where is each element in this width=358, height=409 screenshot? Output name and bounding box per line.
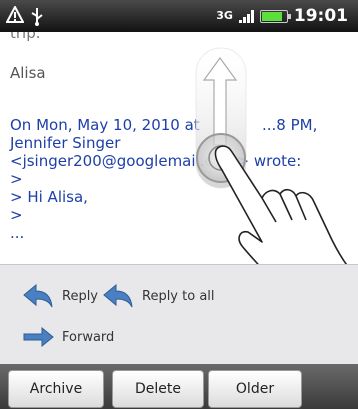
signal-icon: [238, 9, 254, 23]
usb-icon: [30, 6, 44, 30]
bottom-button-bar: Archive Delete Older: [0, 364, 358, 409]
network-type-indicator: 3G: [216, 9, 233, 22]
reply-all-button[interactable]: Reply to all: [102, 283, 215, 309]
quote-line: >: [10, 206, 23, 224]
reply-label: Reply: [62, 288, 99, 304]
reply-arrow-icon: [22, 283, 54, 309]
quote-email[interactable]: <jsinger200@googlemail.com> wrote:: [10, 152, 301, 170]
quote-line: >: [10, 170, 23, 188]
warning-icon: [5, 4, 25, 30]
message-actions-panel: Reply Reply to all Forward: [0, 264, 358, 365]
reply-all-arrow-icon: [102, 283, 134, 309]
quote-header-line: On Mon, May 10, 2010 at: [10, 116, 200, 134]
battery-icon: [259, 9, 291, 23]
delete-button[interactable]: Delete: [112, 370, 204, 408]
quote-line: > Hi Alisa,: [10, 188, 88, 206]
quote-header-time: ...8 PM,: [262, 116, 318, 134]
older-button[interactable]: Older: [208, 370, 302, 408]
quote-author: Jennifer Singer: [10, 134, 121, 152]
quote-ellipsis: ...: [10, 224, 25, 242]
reply-button[interactable]: Reply: [22, 283, 98, 309]
message-sign-off: Alisa: [10, 64, 46, 82]
forward-button[interactable]: Forward: [22, 327, 114, 347]
message-body[interactable]: trip. Alisa On Mon, May 10, 2010 at ...8…: [0, 32, 358, 264]
forward-arrow-icon: [22, 327, 54, 347]
status-time: 19:01: [293, 6, 348, 26]
status-bar: 3G 19:01: [0, 0, 358, 32]
reply-all-label: Reply to all: [142, 288, 215, 304]
archive-button[interactable]: Archive: [8, 370, 104, 408]
message-text-line: trip.: [10, 32, 41, 42]
forward-label: Forward: [62, 329, 115, 345]
